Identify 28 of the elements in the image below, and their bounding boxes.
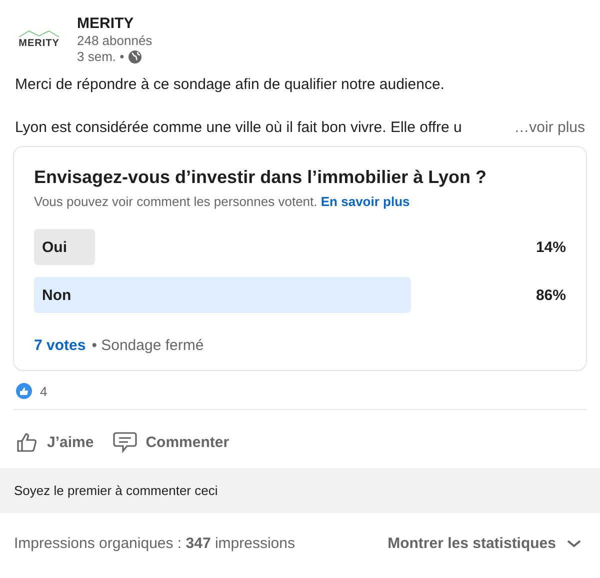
globe-icon [128,50,142,64]
show-stats-button[interactable]: Montrer les statistiques [388,535,582,552]
like-button[interactable]: J’aime [15,430,94,454]
reaction-count[interactable]: 4 [40,384,48,398]
post-time: 3 sem. • [77,49,124,64]
see-more-link[interactable]: …voir plus [514,119,585,136]
poll-percent: 14% [536,238,566,256]
poll-option[interactable]: Oui [34,229,472,265]
follower-count: 248 abonnés [77,33,152,48]
comment-prompt: Soyez le premier à commenter ceci [14,483,218,498]
poll-question: Envisagez-vous d’investir dans l’immobilier à Lyon ? [34,167,488,188]
learn-more-link[interactable]: En savoir plus [320,194,410,209]
company-logo: MERITY [15,30,63,49]
author-name[interactable]: MERITY [77,15,152,32]
impressions-text: Impressions organiques : 347 impressions [14,535,295,552]
votes-link[interactable]: 7 votes [34,337,86,354]
post-text: Merci de répondre à ce sondage afin de qualifier notre audience. [15,76,446,93]
comment-button[interactable]: Commenter [112,430,230,454]
poll-note: Vous pouvez voir comment les personnes votent. En savoir plus [34,194,411,209]
speech-bubble-icon [112,430,138,454]
roof-icon [17,30,61,38]
chevron-down-icon [566,538,582,548]
like-reaction-icon [16,383,32,399]
poll-option[interactable]: Non [34,277,472,313]
poll-status: • Sondage fermé [92,337,204,354]
post-text: Lyon est considérée comme une ville où il fait bon vivre. Elle offre u [15,119,462,136]
poll-percent: 86% [536,286,566,304]
thumbs-up-icon [15,430,39,454]
